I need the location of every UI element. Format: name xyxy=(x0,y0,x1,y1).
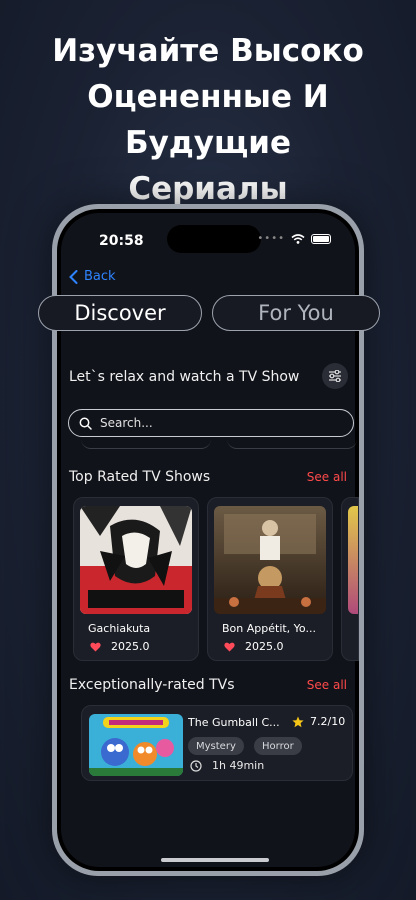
search-input[interactable] xyxy=(100,416,340,430)
headline-line-2: Оцененные И Будущие xyxy=(87,79,329,161)
tab-discover[interactable]: Discover xyxy=(38,295,202,331)
rating-value: 2025.0 xyxy=(245,640,284,653)
rating-value: 2025.0 xyxy=(111,640,150,653)
item-rating: 7.2/10 xyxy=(292,715,345,728)
clock-icon xyxy=(190,759,202,772)
heart-icon xyxy=(90,642,101,651)
back-button[interactable]: Back xyxy=(69,269,116,284)
wifi-icon xyxy=(291,233,305,244)
home-indicator[interactable] xyxy=(161,858,269,862)
card-rating: 2025.0 xyxy=(90,640,150,653)
headline-line-1: Изучайте Высоко xyxy=(52,33,364,69)
top-rated-title: Top Rated TV Shows xyxy=(69,469,211,485)
dynamic-island xyxy=(167,225,261,253)
card-title: Bon Appétit, Yo... xyxy=(222,622,316,635)
genre-chip[interactable]: Horror xyxy=(254,737,302,755)
poster-image xyxy=(80,506,192,614)
duration-value: 1h 49min xyxy=(212,759,265,772)
greeting-text: Let`s relax and watch a TV Show xyxy=(69,369,300,385)
poster-image xyxy=(214,506,326,614)
app-screen: 20:58 •••• Back Discover For You Let`s r… xyxy=(38,213,380,867)
item-title: The Gumball C... xyxy=(188,716,280,729)
back-label: Back xyxy=(84,269,116,284)
card-rating: 2025.0 xyxy=(224,640,284,653)
filter-sliders-icon xyxy=(329,370,341,382)
genre-row-fragment xyxy=(81,439,211,449)
search-icon xyxy=(79,417,92,430)
poster-image xyxy=(89,714,183,776)
tv-card-partial[interactable] xyxy=(341,497,359,661)
status-icons: •••• xyxy=(257,233,331,244)
card-title: Gachiakuta xyxy=(88,622,151,635)
filter-button[interactable] xyxy=(322,363,348,389)
tab-for-you[interactable]: For You xyxy=(212,295,380,331)
rating-value: 7.2/10 xyxy=(310,715,346,728)
phone-frame: 20:58 •••• Back Discover For You Let`s r… xyxy=(38,204,380,876)
star-icon xyxy=(292,716,304,727)
search-field[interactable] xyxy=(68,409,354,437)
status-time: 20:58 xyxy=(99,233,144,249)
poster-image xyxy=(348,506,358,614)
chevron-left-icon xyxy=(69,269,78,284)
top-rated-see-all[interactable]: See all xyxy=(307,470,347,484)
tv-list-item[interactable]: The Gumball C... 7.2/10 Mystery Horror 1… xyxy=(81,705,353,781)
exceptional-see-all[interactable]: See all xyxy=(307,678,347,692)
battery-icon xyxy=(311,233,331,244)
heart-icon xyxy=(224,642,235,651)
genre-row-fragment xyxy=(227,439,357,449)
tv-card[interactable]: Bon Appétit, Yo... 2025.0 xyxy=(207,497,333,661)
exceptional-title: Exceptionally-rated TVs xyxy=(69,677,235,693)
item-duration: 1h 49min xyxy=(190,759,264,772)
signal-icon: •••• xyxy=(257,233,285,244)
genre-chip[interactable]: Mystery xyxy=(188,737,244,755)
tv-card[interactable]: Gachiakuta 2025.0 xyxy=(73,497,199,661)
promo-headline: Изучайте Высоко Оцененные И Будущие Сери… xyxy=(0,28,416,212)
phone-bezel: 20:58 •••• Back Discover For You Let`s r… xyxy=(38,209,380,871)
